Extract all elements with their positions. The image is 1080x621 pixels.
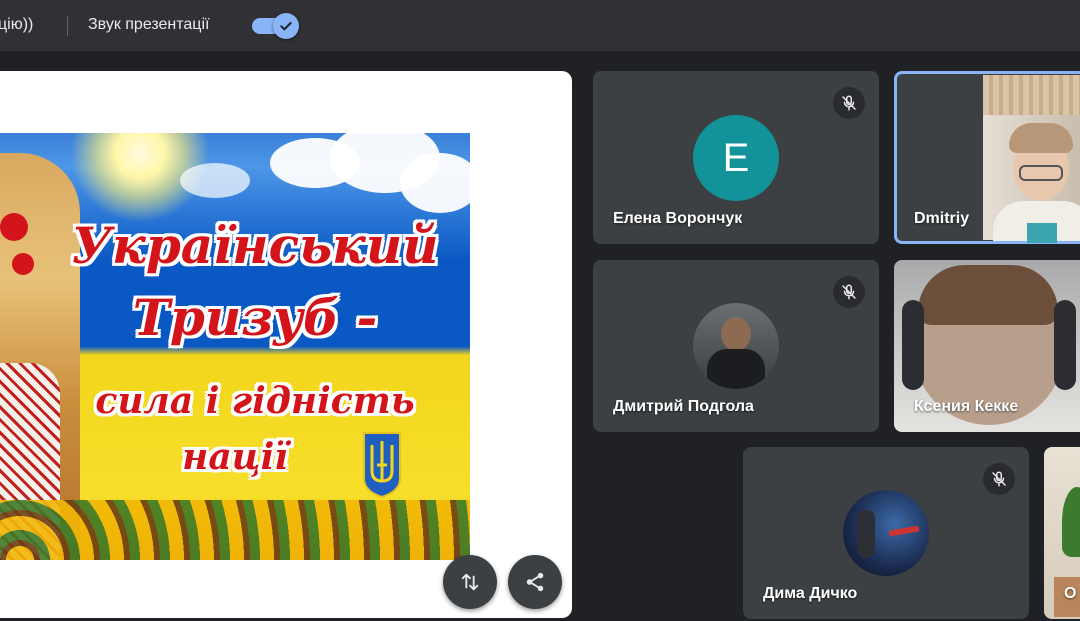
- participant-tile[interactable]: О: [1044, 447, 1080, 619]
- swap-vertical-button[interactable]: [443, 555, 497, 609]
- trident-icon: [363, 432, 401, 499]
- participant-name: Дима Дичко: [763, 585, 858, 602]
- avatar: [843, 490, 929, 576]
- participant-name: О: [1064, 585, 1077, 602]
- mic-off-icon: [983, 463, 1015, 495]
- participant-name: Dmitriy: [914, 210, 970, 227]
- participant-tile[interactable]: Дмитрий Подгола: [593, 260, 879, 432]
- poppy-graphic: [0, 213, 28, 241]
- participant-tile[interactable]: Ксения Кекке: [894, 260, 1080, 432]
- presentation-sound-toggle[interactable]: [252, 13, 299, 39]
- checkmark-icon: [273, 13, 299, 39]
- participant-tile-active[interactable]: Dmitriy: [894, 71, 1080, 244]
- divider: [67, 16, 68, 36]
- presentation-sound-label: Звук презентації: [88, 16, 210, 33]
- share-button[interactable]: [508, 555, 562, 609]
- slide-title-line1: Український: [71, 216, 439, 275]
- swap-vertical-icon: [461, 573, 479, 591]
- avatar: [693, 303, 779, 389]
- presentation-panel: Український Тризуб - сила і гідність нац…: [0, 71, 572, 618]
- avatar: E: [693, 115, 779, 201]
- slide-title-line2: Тризуб -: [132, 288, 378, 347]
- slide-image: Український Тризуб - сила і гідність нац…: [0, 133, 470, 560]
- top-bar: цію)) Звук презентації: [0, 0, 1080, 51]
- mic-off-icon: [833, 276, 865, 308]
- poppy-graphic: [12, 253, 34, 275]
- participant-name: Елена Ворончук: [613, 210, 743, 227]
- participant-name: Дмитрий Подгола: [613, 398, 754, 415]
- sunflowers-graphic: [0, 500, 470, 560]
- cloud-graphic: [180, 163, 250, 198]
- cloud-graphic: [400, 153, 470, 213]
- participant-name: Ксения Кекке: [914, 398, 1019, 415]
- share-icon: [526, 572, 544, 592]
- slide-title-line3: сила і гідність: [95, 380, 415, 422]
- participant-tile[interactable]: E Елена Ворончук: [593, 71, 879, 244]
- mic-off-icon: [833, 87, 865, 119]
- participant-video: [983, 75, 1080, 243]
- participant-tile[interactable]: Дима Дичко: [743, 447, 1029, 619]
- presenter-label: цію)): [0, 16, 34, 33]
